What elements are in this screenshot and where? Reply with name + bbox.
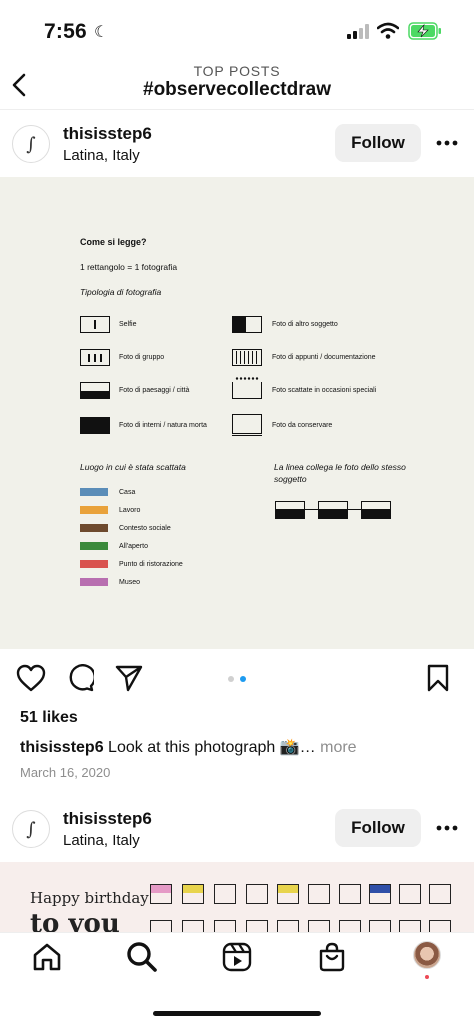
interior-symbol: [80, 417, 110, 434]
places-title: Luogo in cui è stata scattata: [80, 462, 186, 472]
status-bar: 7:56 ☾: [0, 0, 474, 60]
calendar-cell: [277, 884, 299, 904]
calendar-cell: [182, 884, 204, 904]
line-title: La linea collega le foto dello stesso so…: [274, 462, 406, 484]
battery-charging-icon: [408, 22, 441, 40]
place-label: Contesto sociale: [119, 525, 171, 532]
calendar-cell: [399, 884, 421, 904]
carousel-dot: [228, 676, 234, 682]
place-swatch-ristorazione: [80, 560, 108, 568]
post-username[interactable]: thisisstep6: [63, 124, 152, 144]
calendar-cell: [214, 884, 236, 904]
landscape-symbol: [80, 382, 110, 399]
wifi-icon: [377, 22, 399, 39]
notification-dot: [425, 975, 429, 979]
type-label: Foto scattate in occasioni speciali: [272, 387, 377, 394]
reels-icon[interactable]: [221, 941, 253, 973]
calendar-cell: [429, 884, 451, 904]
type-label: Foto di paesaggi / città: [119, 387, 190, 394]
home-icon[interactable]: [31, 941, 63, 973]
type-label: Foto di interni / natura morta: [119, 422, 207, 429]
type-label: Foto di altro soggetto: [272, 321, 338, 328]
post-caption: thisisstep6 Look at this photograph 📸… m…: [20, 737, 357, 757]
follow-button[interactable]: Follow: [335, 809, 421, 847]
post-location[interactable]: Latina, Italy: [63, 832, 140, 849]
calendar-cell: [246, 920, 268, 932]
like-heart-icon[interactable]: [16, 664, 46, 692]
calendar-cell: [182, 920, 204, 932]
calendar-cell: [150, 920, 172, 932]
avatar[interactable]: ∫: [12, 125, 50, 163]
legend-rule: 1 rettangolo = 1 fotografia: [80, 262, 178, 272]
special-occasion-symbol: [232, 377, 262, 399]
page-header: TOP POSTS #observecollectdraw: [0, 60, 474, 110]
calendar-cell: [429, 920, 451, 932]
calendar-cell: [339, 884, 361, 904]
calendar-cell: [308, 920, 330, 932]
post-date: March 16, 2020: [20, 765, 111, 780]
signal-icon: [347, 24, 369, 39]
header-subtitle: TOP POSTS: [193, 63, 281, 79]
caption-more-link[interactable]: more: [320, 739, 356, 756]
type-label: Foto di appunti / documentazione: [272, 354, 376, 361]
avatar[interactable]: ∫: [12, 810, 50, 848]
calendar-cell: [246, 884, 268, 904]
place-label: Lavoro: [119, 507, 141, 514]
carousel-dot-active: [240, 676, 246, 682]
place-label: Museo: [119, 579, 141, 586]
calendar-cell: [339, 920, 361, 932]
image-text: to you: [30, 909, 120, 932]
share-send-icon[interactable]: [115, 664, 143, 692]
place-swatch-contesto-sociale: [80, 524, 108, 532]
post-header: ∫ thisisstep6 Latina, Italy Follow: [0, 110, 474, 176]
search-icon[interactable]: [126, 941, 158, 973]
more-options-icon[interactable]: [436, 140, 458, 146]
status-time: 7:56: [44, 20, 87, 43]
home-indicator: [153, 1011, 321, 1016]
place-swatch-aperto: [80, 542, 108, 550]
selfie-symbol: [80, 316, 110, 333]
follow-button[interactable]: Follow: [335, 124, 421, 162]
likes-count[interactable]: 51 likes: [20, 709, 78, 727]
caption-username[interactable]: thisisstep6: [20, 739, 104, 756]
post-image[interactable]: Come si legge? 1 rettangolo = 1 fotograf…: [0, 177, 474, 649]
page-title: #observecollectdraw: [143, 79, 331, 100]
type-label: Foto di gruppo: [119, 354, 165, 361]
place-swatch-casa: [80, 488, 108, 496]
other-subject-symbol: [232, 316, 262, 333]
line-example: [275, 501, 391, 519]
place-label: Punto di ristorazione: [119, 561, 183, 568]
post-image[interactable]: Happy birthday to you: [0, 862, 474, 932]
moon-icon: ☾: [94, 24, 109, 41]
keep-symbol: [232, 414, 262, 437]
calendar-cell: [150, 884, 172, 904]
calendar-cell: [399, 920, 421, 932]
caption-text: Look at this photograph 📸…: [108, 739, 316, 756]
image-text: Happy birthday: [30, 889, 149, 907]
save-bookmark-icon[interactable]: [426, 664, 450, 692]
shop-icon[interactable]: [316, 941, 348, 973]
group-symbol: [80, 349, 110, 366]
place-swatch-museo: [80, 578, 108, 586]
calendar-cell: [369, 920, 391, 932]
post-header: ∫ thisisstep6 Latina, Italy Follow: [0, 795, 474, 861]
legend-typology-title: Tipologia di fotografia: [80, 287, 162, 297]
place-label: All'aperto: [119, 543, 148, 550]
comment-icon[interactable]: [66, 664, 94, 692]
type-label: Selfie: [119, 321, 137, 328]
post-location[interactable]: Latina, Italy: [63, 147, 140, 164]
profile-avatar[interactable]: [413, 941, 441, 969]
post-actions: [0, 660, 474, 700]
place-label: Casa: [119, 489, 136, 496]
calendar-cell: [308, 884, 330, 904]
place-swatch-lavoro: [80, 506, 108, 514]
calendar-cell: [369, 884, 391, 904]
notes-symbol: [232, 349, 262, 366]
calendar-cell: [214, 920, 236, 932]
calendar-cell: [277, 920, 299, 932]
post-username[interactable]: thisisstep6: [63, 809, 152, 829]
more-options-icon[interactable]: [436, 825, 458, 831]
type-label: Foto da conservare: [272, 422, 333, 429]
legend-title: Come si legge?: [80, 237, 147, 247]
